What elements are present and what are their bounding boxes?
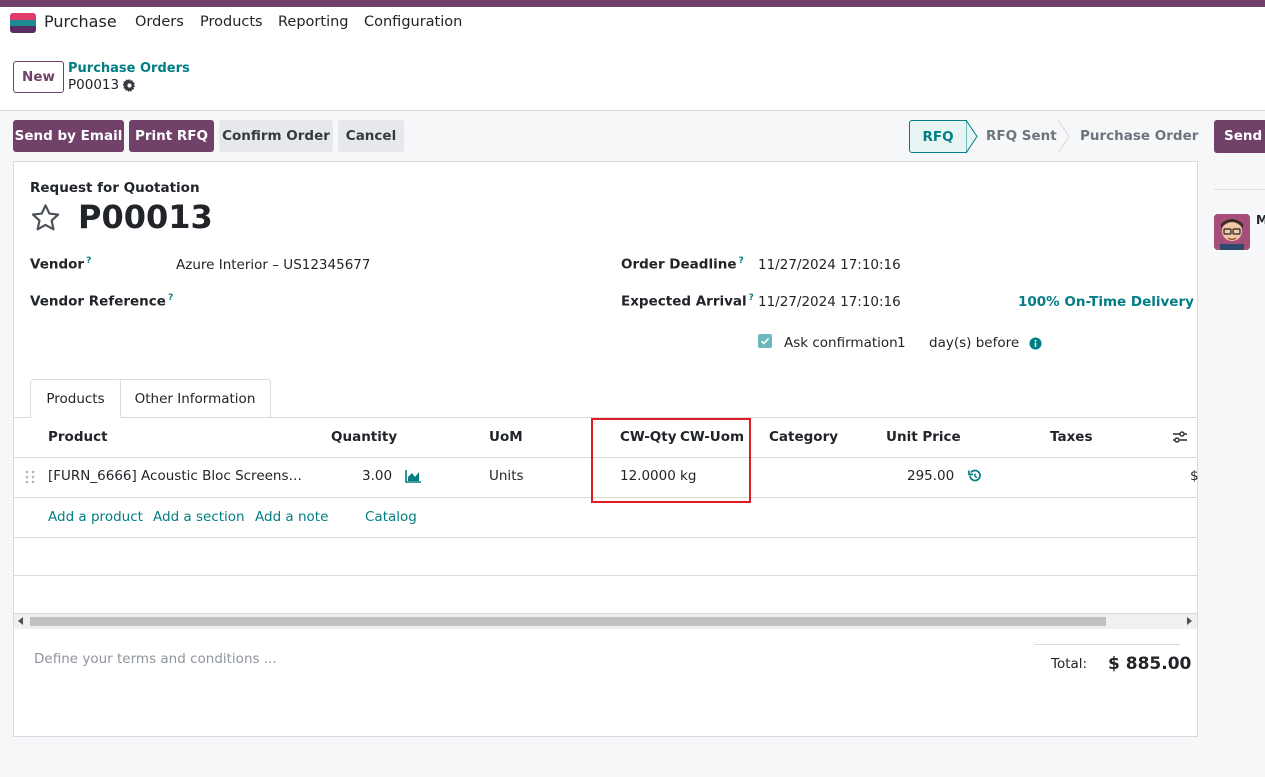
scrollbar-thumb[interactable] [30, 617, 1106, 626]
cancel-button[interactable]: Cancel [338, 120, 404, 152]
order-deadline-label: Order Deadline? [621, 256, 744, 273]
doc-type: Request for Quotation [30, 180, 200, 196]
col-taxes[interactable]: Taxes [1050, 429, 1092, 445]
gear-icon[interactable] [123, 78, 136, 92]
confirm-order-button[interactable]: Confirm Order [219, 120, 333, 152]
order-deadline-field[interactable]: 11/27/2024 17:10:16 [758, 257, 901, 273]
record-name: P00013 [78, 198, 213, 236]
cell-unit-price[interactable]: 295.00 [907, 468, 954, 484]
stage-divider [1058, 120, 1070, 153]
add-section-link[interactable]: Add a section [153, 509, 245, 525]
send-message-button[interactable]: Send m [1214, 120, 1265, 153]
purchase-app-icon[interactable] [10, 13, 36, 33]
vendor-field[interactable]: Azure Interior – US12345677 [176, 257, 370, 273]
expected-arrival-label: Expected Arrival? [621, 293, 754, 310]
scroll-left-arrow-icon[interactable] [18, 617, 23, 625]
stage-rfq[interactable]: RFQ [909, 120, 967, 153]
print-rfq-button[interactable]: Print RFQ [129, 120, 214, 152]
stage-purchase-order[interactable]: Purchase Order [1080, 128, 1198, 144]
optional-columns-toggle-icon[interactable] [1172, 429, 1188, 449]
empty-row-divider-1 [14, 537, 1197, 538]
catalog-link[interactable]: Catalog [365, 509, 417, 525]
avatar[interactable] [1214, 214, 1250, 250]
breadcrumb-current-label: P00013 [68, 77, 120, 93]
expected-arrival-field[interactable]: 11/27/2024 17:10:16 [758, 294, 901, 310]
scroll-right-arrow-icon[interactable] [1187, 617, 1192, 625]
send-by-email-button[interactable]: Send by Email [13, 120, 124, 152]
ask-confirmation-checkbox[interactable] [758, 334, 772, 348]
col-product[interactable]: Product [48, 429, 108, 445]
breadcrumb-purchase-orders[interactable]: Purchase Orders [68, 61, 190, 76]
add-product-link[interactable]: Add a product [48, 509, 143, 525]
menu-configuration[interactable]: Configuration [364, 14, 462, 30]
breadcrumb-current: P00013 [68, 77, 136, 93]
vendor-reference-help-mark: ? [167, 293, 174, 303]
vendor-help-mark: ? [86, 256, 92, 266]
stage-rfq-sent[interactable]: RFQ Sent [986, 128, 1057, 144]
app-title[interactable]: Purchase [44, 12, 117, 31]
stage-arrow [966, 120, 978, 153]
cw-columns-highlight [591, 418, 751, 503]
terms-conditions-field[interactable]: Define your terms and conditions ... [34, 651, 277, 667]
ask-confirmation-label: Ask confirmation [784, 335, 898, 351]
vendor-reference-field[interactable] [176, 288, 576, 314]
chatter-separator [1214, 189, 1265, 190]
menu-products[interactable]: Products [200, 14, 263, 30]
new-button[interactable]: New [13, 61, 64, 93]
col-category[interactable]: Category [769, 429, 838, 445]
price-reset-icon[interactable] [968, 469, 982, 487]
cell-subtotal: $ [1190, 468, 1199, 484]
total-divider [1034, 644, 1180, 645]
drag-handle-icon[interactable] [25, 470, 35, 488]
vendor-reference-label: Vendor Reference? [30, 293, 174, 310]
total-amount: $ 885.00 [1108, 654, 1192, 674]
order-deadline-help-mark: ? [738, 256, 744, 266]
ask-confirmation-days-field[interactable]: 1 [897, 335, 906, 351]
col-unit-price[interactable]: Unit Price [886, 429, 961, 445]
vendor-label: Vendor? [30, 256, 92, 273]
forecast-chart-icon[interactable] [405, 469, 422, 487]
empty-row-divider-2 [14, 575, 1197, 576]
main-navbar [0, 7, 1265, 52]
tab-other-information[interactable]: Other Information [120, 379, 271, 418]
col-quantity[interactable]: Quantity [331, 429, 397, 445]
add-note-link[interactable]: Add a note [255, 509, 328, 525]
top-strip [0, 0, 1265, 7]
cell-uom[interactable]: Units [489, 468, 524, 484]
col-uom[interactable]: UoM [489, 429, 523, 445]
total-label: Total: [1051, 656, 1088, 672]
star-icon[interactable] [29, 202, 62, 238]
info-icon[interactable] [1029, 337, 1042, 354]
days-before-label: day(s) before [929, 335, 1020, 351]
menu-reporting[interactable]: Reporting [278, 14, 349, 30]
cell-quantity[interactable]: 3.00 [362, 468, 392, 484]
cell-product[interactable]: [FURN_6666] Acoustic Bloc Screens… [48, 468, 302, 484]
chatter-author-partial: M [1256, 213, 1265, 227]
on-time-delivery-stat[interactable]: 100% On-Time Delivery [1018, 294, 1194, 310]
tab-products[interactable]: Products [30, 379, 121, 418]
menu-orders[interactable]: Orders [135, 14, 184, 30]
expected-arrival-help-mark: ? [748, 293, 754, 303]
